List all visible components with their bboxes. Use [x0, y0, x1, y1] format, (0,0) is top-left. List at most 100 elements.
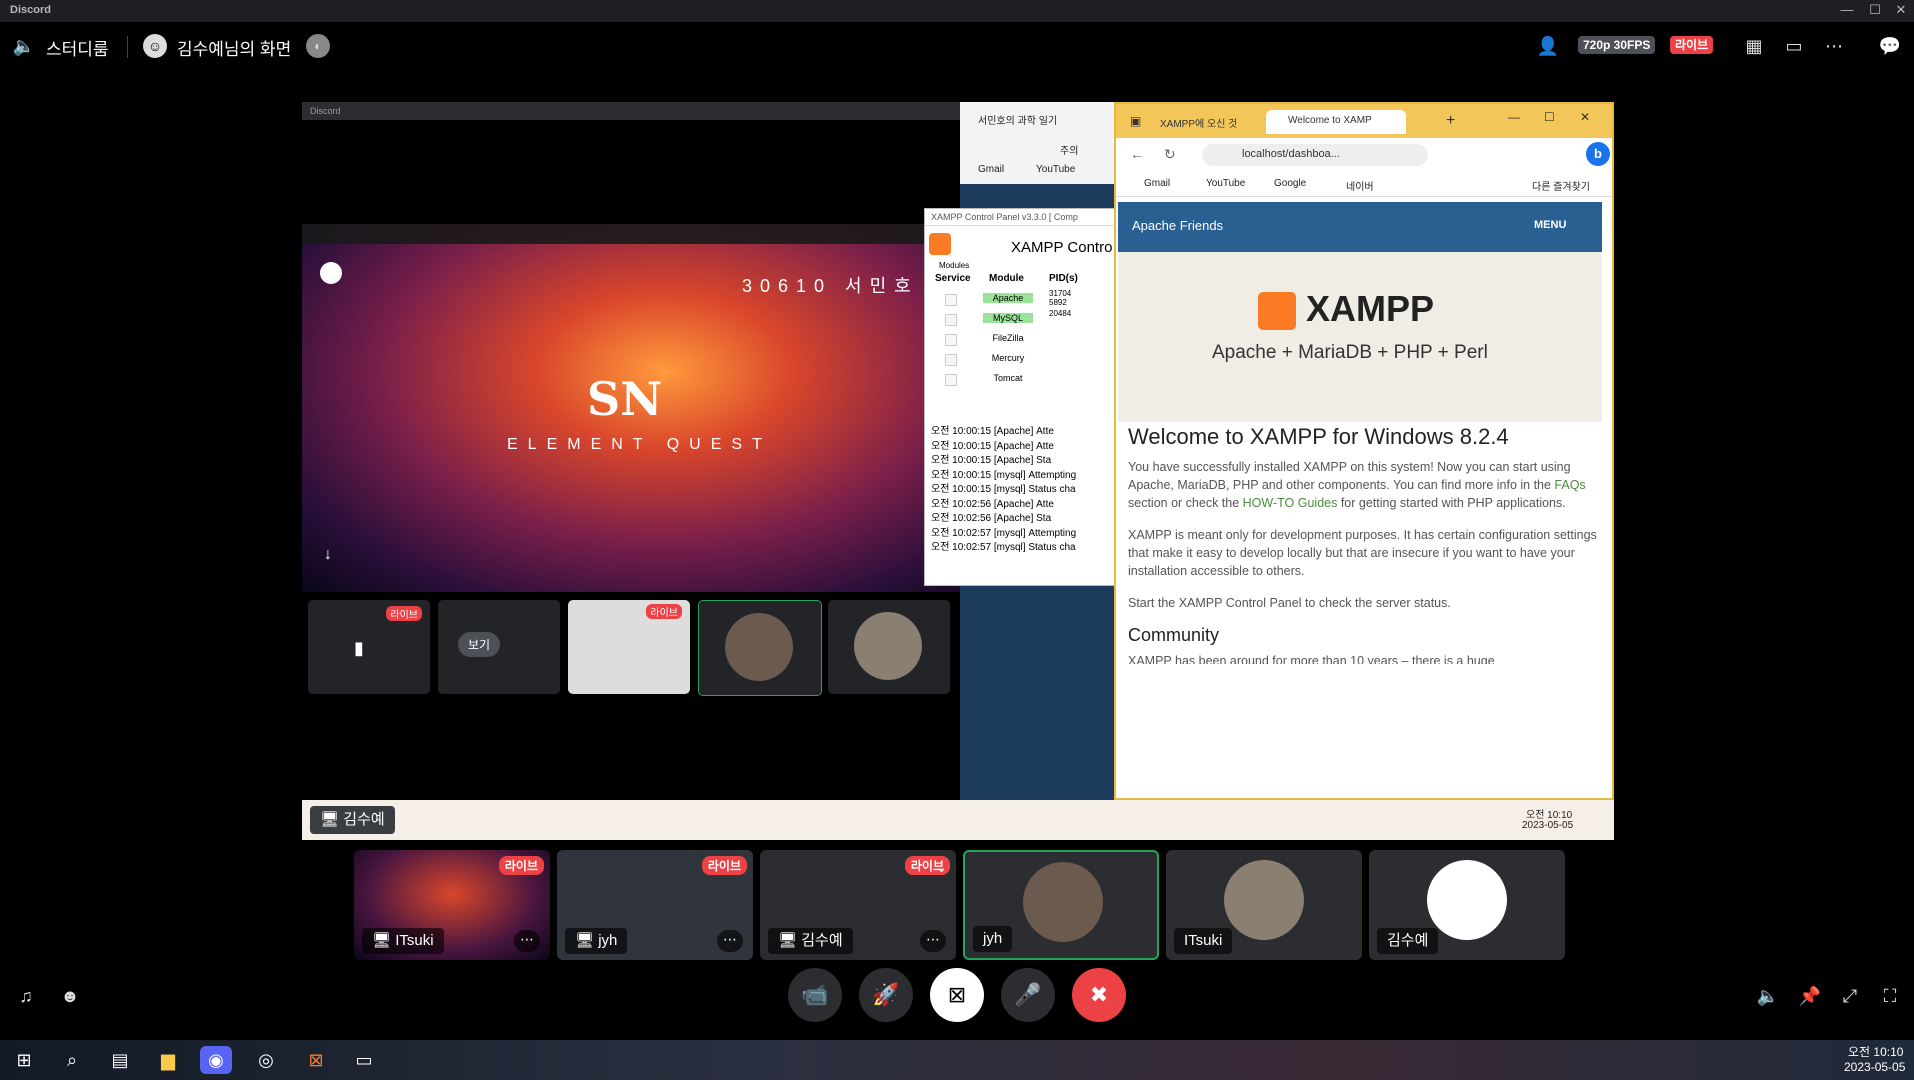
close-button[interactable]: ✕ [1888, 2, 1914, 18]
xampp-module-row: Apache 31704 5892 [925, 289, 1121, 309]
fullscreen-icon[interactable]: ⛶ [1878, 984, 1902, 1008]
disconnect-button[interactable]: ✖ [1072, 968, 1126, 1022]
participant-tile[interactable]: 김수예 [1369, 850, 1565, 960]
chevron-down-icon[interactable]: ⌄ [936, 860, 947, 876]
bookmark-google[interactable]: Google [1274, 178, 1306, 189]
emoji-icon[interactable]: ☻ [58, 984, 82, 1008]
participant-tile[interactable]: ITsuki [1166, 850, 1362, 960]
edge-window: ▣ XAMPP에 오신 것 Welcome to XAMP + — ☐ ✕ ← … [1114, 102, 1614, 800]
app-title: Discord [10, 4, 51, 16]
volume-icon[interactable]: 🔈 [1756, 984, 1780, 1008]
activity-icon[interactable]: ♫ [14, 984, 38, 1008]
bookmark-youtube[interactable]: YouTube [1206, 178, 1245, 189]
chrome-icon[interactable]: ◎ [250, 1046, 282, 1074]
participant-label: 🖥 jyh [565, 928, 628, 954]
more-options-icon[interactable]: ⋯ [514, 930, 540, 952]
search-icon[interactable]: ⌕ [56, 1046, 88, 1074]
camera-icon: ▮ [354, 638, 364, 658]
service-checkbox[interactable] [945, 354, 957, 366]
terminal-icon[interactable]: ▭ [348, 1046, 380, 1074]
edge-address-bar: ← ↻ localhost/dashboa... b [1116, 138, 1612, 172]
service-checkbox[interactable] [945, 334, 957, 346]
add-friend-icon[interactable]: 👤 [1536, 34, 1560, 58]
chat-icon[interactable]: 💬 [1878, 34, 1902, 58]
participant-tile[interactable]: 라이브 🖥 jyh ⋯ [557, 850, 753, 960]
more-options-icon[interactable]: ⋯ [717, 930, 743, 952]
slide-subtitle: ELEMENT QUEST [507, 436, 772, 453]
camera-button[interactable]: 📹 [788, 968, 842, 1022]
url-text: localhost/dashboa... [1242, 148, 1340, 160]
participant-tile[interactable]: jyh [963, 850, 1159, 960]
call-header: 🔈 스터디룸 ☺ 김수예님의 화면 ◐ 👤 720p 30FPS 라이브 ▦ ▭… [0, 22, 1914, 70]
popout-icon[interactable]: ▭ [1782, 34, 1806, 58]
minimize-icon[interactable]: — [1508, 110, 1520, 124]
modules-label: Modules [939, 261, 970, 270]
clock-date[interactable]: 2023-05-05 [1844, 1060, 1905, 1074]
file-explorer-icon[interactable]: ▆ [152, 1046, 184, 1074]
avatar [725, 613, 793, 681]
inner-live-badge: 라이브 [386, 606, 422, 621]
slide-title: 30610 서민호 [742, 276, 919, 296]
other-bookmarks[interactable]: 다른 즐겨찾기 [1532, 178, 1590, 193]
maximize-button[interactable]: ☐ [1862, 2, 1888, 18]
service-checkbox[interactable] [945, 294, 957, 306]
bookmark-naver[interactable]: 네이버 [1346, 178, 1374, 193]
back-icon[interactable]: ← [1130, 146, 1144, 162]
menu-button[interactable]: MENU [1534, 219, 1566, 231]
participant-label: ITsuki [1174, 928, 1233, 954]
stream-title: 김수예님의 화면 [177, 40, 292, 59]
faq-link[interactable]: FAQs [1554, 478, 1585, 492]
grid-layout-icon[interactable]: ▦ [1742, 34, 1766, 58]
discord-icon[interactable]: ◉ [200, 1046, 232, 1074]
minimize-button[interactable]: — [1834, 2, 1860, 17]
popout-icon[interactable]: ⤢ [1838, 984, 1862, 1008]
avatar [854, 612, 922, 680]
pin-icon[interactable]: 📌 [1798, 984, 1822, 1008]
maximize-icon[interactable]: ☐ [1544, 110, 1555, 124]
voice-channel-name[interactable]: 스터디룸 [46, 35, 109, 60]
module-name: Tomcat [993, 373, 1023, 383]
bookmark-gmail[interactable]: Gmail [1144, 178, 1170, 189]
inner-stream-label: 🖥 김수예 [310, 806, 395, 834]
participant-label: 🖥 ITsuki [362, 928, 444, 954]
slide-logo: SN [587, 372, 663, 426]
slide-browser-strip [302, 224, 960, 244]
participant-tile[interactable]: 라이브 🖥 김수예 ⋯ ⌄ [760, 850, 956, 960]
chrome-address: 주의 [1060, 146, 1079, 157]
microphone-button[interactable]: 🎤 [1001, 968, 1055, 1022]
shared-screen[interactable]: Discord 30610 서민호 SN ELEMENT QUEST ↓ 라이브… [302, 102, 1614, 840]
edge-tab-2: Welcome to XAMP [1288, 115, 1372, 126]
refresh-icon[interactable]: ↻ [1164, 146, 1176, 163]
task-view-icon[interactable]: ▤ [104, 1046, 136, 1074]
xampp-tagline: Apache + MariaDB + PHP + Perl [1212, 342, 1488, 363]
bing-icon[interactable]: b [1586, 142, 1610, 166]
apache-friends-link[interactable]: Apache Friends [1132, 218, 1223, 233]
module-pid: 31704 5892 [1049, 289, 1072, 307]
howto-link[interactable]: HOW-TO Guides [1243, 496, 1338, 510]
xampp-logo-icon [929, 233, 951, 255]
module-name: Apache [983, 293, 1033, 303]
service-checkbox[interactable] [945, 314, 957, 326]
log-line: 오전 10:02:56 [Apache] Atte [931, 498, 1054, 510]
activity-rocket-button[interactable]: 🚀 [859, 968, 913, 1022]
divider [127, 36, 128, 58]
start-icon[interactable]: ⊞ [8, 1046, 40, 1074]
apache-friends-header: Apache Friends MENU [1118, 202, 1602, 252]
xampp-control-panel: XAMPP Control Panel v3.3.0 [ Comp XAMPP … [924, 208, 1122, 586]
inner-discord-window: Discord 30610 서민호 SN ELEMENT QUEST ↓ 라이브… [302, 102, 960, 800]
xampp-icon[interactable]: ⊠ [300, 1046, 332, 1074]
more-options-icon[interactable]: ⋯ [920, 930, 946, 952]
inner-discord-titlebar: Discord [302, 102, 960, 120]
more-options-icon[interactable]: ⋯ [1822, 34, 1846, 58]
close-icon[interactable]: ✕ [1580, 110, 1590, 124]
new-tab-icon[interactable]: + [1446, 112, 1455, 130]
pid-header: PID(s) [1049, 273, 1078, 284]
participant-tile[interactable]: 라이브 🖥 ITsuki ⋯ [354, 850, 550, 960]
edge-tab-1[interactable]: XAMPP에 오신 것 [1160, 115, 1237, 130]
inner-tile-5 [828, 600, 950, 694]
chrome-bookmark: YouTube [1036, 164, 1076, 175]
clock-time[interactable]: 오전 10:10 [1848, 1043, 1903, 1060]
tab-actions-icon[interactable]: ▣ [1130, 114, 1141, 128]
service-checkbox[interactable] [945, 374, 957, 386]
stop-stream-button[interactable]: ⊠ [930, 968, 984, 1022]
